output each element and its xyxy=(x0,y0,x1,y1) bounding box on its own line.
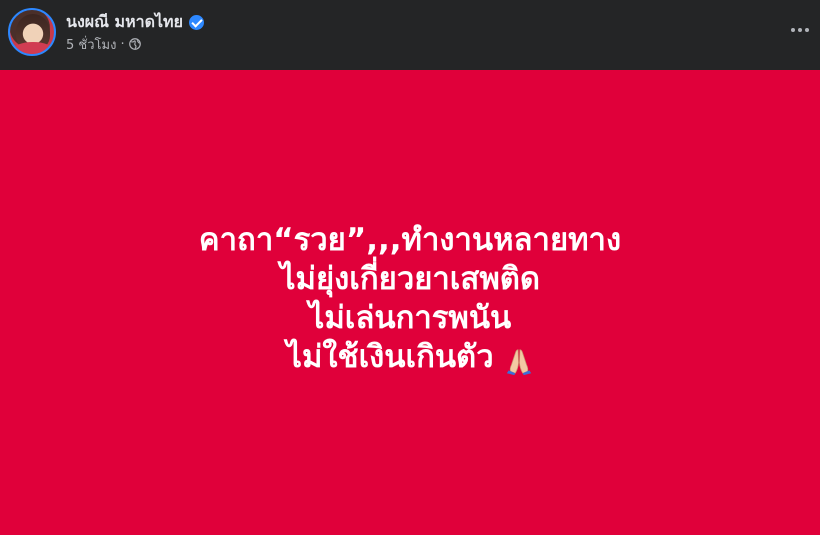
post-meta: 5 ชั่วโมง · xyxy=(66,34,141,54)
post-header: นงผณี มหาดไทย 5 ชั่วโมง · xyxy=(0,0,820,70)
avatar-shoulder xyxy=(12,42,54,54)
status-line: ไม่ใช้เงินเกินตัว xyxy=(286,339,533,381)
more-options-icon[interactable] xyxy=(788,18,812,42)
post-timestamp[interactable]: 5 ชั่วโมง xyxy=(66,34,116,55)
folded-hands-icon xyxy=(506,349,531,376)
more-dot xyxy=(805,28,809,32)
status-background: คาถา“รวย”,,,ทำงานหลายทาง ไม่ยุ่งเกี่ยวยา… xyxy=(0,70,820,535)
more-dot xyxy=(798,28,802,32)
globe-icon[interactable] xyxy=(128,38,141,50)
facebook-post: นงผณี มหาดไทย 5 ชั่วโมง · คาถา“รวย”,,,ทำ… xyxy=(0,0,820,535)
author-name[interactable]: นงผณี มหาดไทย xyxy=(66,10,183,35)
author-avatar[interactable] xyxy=(8,8,56,56)
meta-separator: · xyxy=(120,36,125,52)
status-text: ไม่ใช้เงินเกินตัว xyxy=(286,338,494,375)
more-dot xyxy=(791,28,795,32)
author-row: นงผณี มหาดไทย xyxy=(66,10,204,34)
verified-badge-icon xyxy=(188,14,204,30)
